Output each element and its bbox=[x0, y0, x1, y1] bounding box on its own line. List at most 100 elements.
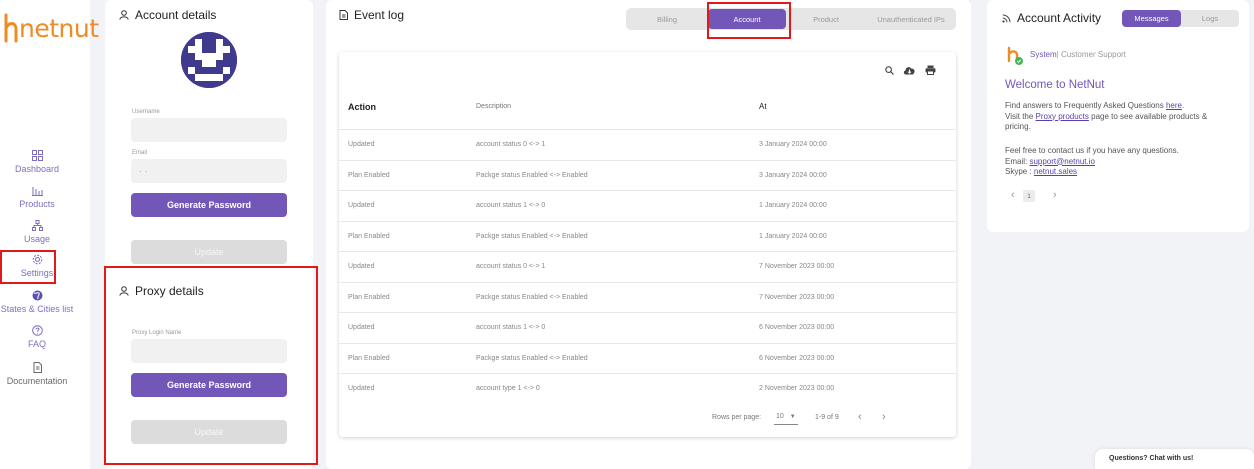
chevron-right-icon[interactable]: › bbox=[882, 411, 886, 423]
proxy-products-link[interactable]: Proxy products bbox=[1036, 112, 1089, 121]
sidebar-item-states-cities[interactable]: States & Cities list bbox=[0, 290, 78, 314]
username-field[interactable] bbox=[131, 118, 287, 142]
table-row[interactable]: Updated account type 1 <-> 0 2 November 20… bbox=[339, 373, 956, 404]
table-row[interactable]: Updated account status 0 <-> 1 7 November … bbox=[339, 251, 956, 282]
cell-action: Updated bbox=[348, 202, 375, 209]
cell-at: 6 November 2023 00:00 bbox=[759, 354, 835, 362]
cell-at: 1 January 2024 00:00 bbox=[759, 202, 827, 209]
sidebar-item-label: FAQ bbox=[27, 339, 46, 349]
support-email-link[interactable]: support@netnut.io bbox=[1029, 157, 1095, 166]
tab-messages[interactable]: Messages bbox=[1122, 10, 1181, 27]
cell-description: account type 1 <-> 0 bbox=[476, 385, 540, 392]
page-number[interactable]: 1 bbox=[1023, 190, 1035, 202]
column-header-action[interactable]: Action bbox=[348, 102, 376, 112]
cell-action: Updated bbox=[348, 385, 375, 392]
log-document-icon bbox=[339, 10, 348, 20]
rows-per-page-label: Rows per page: bbox=[712, 414, 762, 421]
update-button[interactable]: Update bbox=[131, 240, 287, 264]
username-label: Username bbox=[132, 109, 160, 115]
column-header-description[interactable]: Description bbox=[476, 103, 511, 110]
event-log-tabs: Billing Account Product Unauthenticated … bbox=[626, 8, 956, 30]
table-row[interactable]: Plan Enabled Packge status Enabled <-> En… bbox=[339, 281, 956, 313]
account-activity-card: Account Activity Messages Logs System| C… bbox=[987, 0, 1249, 232]
pagination-range: 1-9 of 9 bbox=[815, 414, 839, 421]
cell-description: Packge status Enabled <-> Enabled bbox=[476, 354, 588, 362]
cell-action: Updated bbox=[348, 263, 375, 270]
help-icon bbox=[31, 325, 43, 336]
netnut-logo[interactable]: netnut bbox=[4, 10, 99, 46]
netnut-support-avatar-icon bbox=[1007, 46, 1023, 65]
cell-action: Plan Enabled bbox=[348, 232, 390, 240]
sidebar-item-label: Products bbox=[19, 199, 55, 209]
chevron-left-icon[interactable]: ‹ bbox=[858, 411, 862, 423]
column-header-at[interactable]: At bbox=[759, 102, 767, 111]
chevron-left-icon[interactable]: ‹ bbox=[1011, 190, 1015, 201]
annotation-box-account-tab bbox=[707, 2, 791, 39]
account-activity-title: Account Activity bbox=[1002, 11, 1101, 25]
tab-billing[interactable]: Billing bbox=[626, 8, 708, 30]
table-row[interactable]: Plan Enabled Packge status Enabled <-> En… bbox=[339, 342, 956, 374]
sidebar-item-documentation[interactable]: Documentation bbox=[0, 362, 74, 386]
globe-icon bbox=[32, 290, 42, 301]
cell-action: Plan Enabled bbox=[348, 171, 390, 179]
tab-logs[interactable]: Logs bbox=[1181, 10, 1239, 27]
sidebar-item-label: Documentation bbox=[6, 376, 68, 386]
faq-link[interactable]: here bbox=[1166, 101, 1182, 110]
chevron-right-icon[interactable]: › bbox=[1053, 190, 1057, 201]
tab-product[interactable]: Product bbox=[786, 8, 866, 30]
message-body: Find answers to Frequently Asked Questio… bbox=[1005, 101, 1208, 131]
cell-action: Updated bbox=[348, 141, 375, 148]
cell-at: 3 January 2024 00:00 bbox=[759, 141, 827, 148]
event-log-title: Event log bbox=[339, 8, 404, 22]
sidebar-item-label: Dashboard bbox=[14, 164, 60, 174]
tab-unauthenticated-ips[interactable]: Unauthenticated IPs bbox=[866, 8, 956, 30]
cell-action: Plan Enabled bbox=[348, 354, 390, 362]
cell-description: account status 0 <-> 1 bbox=[476, 263, 546, 270]
search-icon[interactable] bbox=[885, 65, 894, 75]
cell-description: Packge status Enabled <-> Enabled bbox=[476, 232, 588, 240]
skype-link[interactable]: netnut.sales bbox=[1034, 167, 1077, 176]
cell-at: 1 January 2024 00:00 bbox=[759, 232, 827, 240]
annotation-box-settings bbox=[0, 250, 56, 284]
table-row[interactable]: Updated account status 0 <-> 1 3 January 2… bbox=[339, 129, 956, 160]
cell-at: 6 November 2023 00:00 bbox=[759, 324, 835, 331]
print-icon[interactable] bbox=[925, 65, 936, 75]
usage-icon bbox=[31, 220, 43, 231]
message-sender: System| Customer Support bbox=[1030, 50, 1126, 59]
sidebar-item-faq[interactable]: FAQ bbox=[0, 325, 74, 349]
event-log-card: Event log Billing Account Product Unauth… bbox=[326, 0, 971, 469]
table-row[interactable]: Plan Enabled Packge status Enabled <-> En… bbox=[339, 159, 956, 191]
annotation-box-proxy-details bbox=[104, 266, 318, 465]
brand-name: netnut bbox=[19, 13, 99, 43]
cell-action: Updated bbox=[348, 324, 375, 331]
cell-action: Plan Enabled bbox=[348, 293, 390, 301]
sidebar-item-label: Usage bbox=[23, 234, 50, 244]
activity-tabs: Messages Logs bbox=[1122, 10, 1239, 27]
cell-description: Packge status Enabled <-> Enabled bbox=[476, 171, 588, 179]
cell-description: Packge status Enabled <-> Enabled bbox=[476, 293, 588, 301]
table-row[interactable]: Updated account status 1 <-> 0 1 January 2… bbox=[339, 190, 956, 221]
email-field[interactable]: · · bbox=[131, 159, 287, 183]
table-row[interactable]: Updated account status 1 <-> 0 6 November … bbox=[339, 312, 956, 343]
generate-password-button[interactable]: Generate Password bbox=[131, 193, 287, 217]
cell-description: account status 1 <-> 0 bbox=[476, 324, 546, 331]
table-row[interactable]: Plan Enabled Packge status Enabled <-> En… bbox=[339, 220, 956, 252]
products-icon bbox=[31, 187, 43, 196]
dropdown-arrow-icon: ▼ bbox=[789, 413, 796, 420]
cell-at: 2 November 2023 00:00 bbox=[759, 385, 835, 392]
table-toolbar bbox=[885, 65, 936, 75]
message-heading: Welcome to NetNut bbox=[1005, 79, 1105, 91]
sidebar-item-usage[interactable]: Usage bbox=[0, 220, 74, 244]
sidebar: netnut Dashboard Products Usage Settings… bbox=[0, 0, 99, 469]
rows-per-page-select[interactable]: 10 ▼ bbox=[774, 409, 798, 425]
cell-at: 3 January 2024 00:00 bbox=[759, 171, 827, 179]
chat-widget[interactable]: Questions? Chat with us! bbox=[1095, 449, 1254, 469]
avatar[interactable] bbox=[181, 32, 237, 88]
sidebar-item-dashboard[interactable]: Dashboard bbox=[0, 150, 74, 174]
sidebar-item-label: States & Cities list bbox=[0, 304, 74, 314]
cell-description: account status 0 <-> 1 bbox=[476, 141, 546, 148]
cloud-download-icon[interactable] bbox=[903, 65, 916, 75]
document-icon bbox=[33, 362, 42, 373]
cell-at: 7 November 2023 00:00 bbox=[759, 263, 835, 270]
sidebar-item-products[interactable]: Products bbox=[0, 185, 74, 209]
